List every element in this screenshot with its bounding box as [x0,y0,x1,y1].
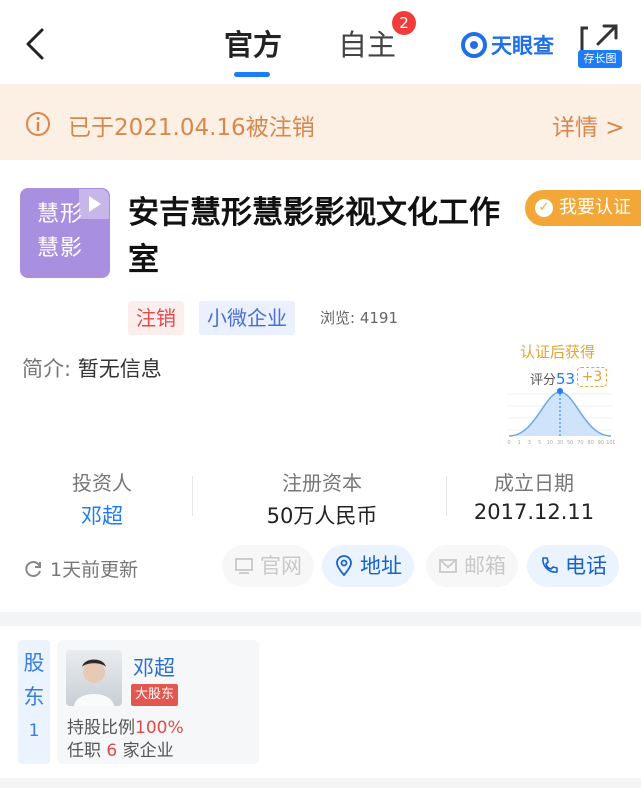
shareholders-label-char-1: 股 [23,651,45,675]
score-title[interactable]: 认证后获得 [520,341,595,362]
stat-founded-value: 2017.12.11 [473,500,595,524]
intro-row: 简介: 暂无信息 [22,353,162,383]
shareholders-label-char-2: 东 [23,685,45,709]
positions-held: 任职 6 家企业 [67,736,174,761]
certify-button[interactable]: ✓ 我要认证 [525,190,641,226]
logo-text-line-2: 慧影 [37,236,84,261]
updated-info: 1天前更新 [22,555,138,582]
info-icon [26,112,50,136]
address-label: 地址 [360,554,402,578]
play-icon[interactable] [79,189,109,219]
person-photo-icon [74,659,114,706]
stat-divider [192,476,193,516]
shareholder-name[interactable]: 邓超 [133,652,175,682]
active-tab-indicator [234,72,270,77]
website-label: 官网 [260,554,302,578]
score-axis-tick: 3 [528,440,531,446]
scale-tag: 小微企业 [199,301,295,335]
score-axis-tick: 1 [518,440,521,446]
tab-self[interactable]: 自主 [338,22,396,64]
refresh-icon[interactable] [22,558,44,580]
location-pin-icon [336,555,352,577]
tianyancha-logo-icon [461,32,487,58]
shareholding-ratio-label: 持股比例 [67,718,135,738]
bottom-divider [0,778,641,788]
email-button[interactable]: 邮箱 [426,545,518,587]
major-shareholder-badge: 大股东 [131,684,179,706]
website-button[interactable]: 官网 [222,545,314,587]
mail-icon [439,559,457,573]
email-label: 邮箱 [464,554,506,578]
shareholding-ratio: 持股比例100% [67,713,184,738]
certify-label: 我要认证 [559,197,631,218]
top-nav: 官方 自主 2 天眼查 存长图 [0,0,641,84]
phone-icon [542,557,558,573]
stat-founded: 成立日期 2017.12.11 [444,467,624,524]
save-long-image-tag[interactable]: 存长图 [578,50,622,68]
tab-official[interactable]: 官方 [224,22,282,64]
website-icon [235,558,253,574]
stat-capital-label: 注册资本 [282,471,362,495]
positions-count: 6 [106,741,118,761]
score-axis-tick: 50 [567,440,573,446]
shareholders-section-label[interactable]: 股 东 1 [18,640,50,764]
stat-founded-label: 成立日期 [494,471,574,495]
status-tag-cancelled: 注销 [128,301,184,335]
score-distribution-curve[interactable]: 0 1 3 5 10 30 50 70 80 90 100 [505,384,615,446]
section-divider [0,612,641,626]
banner-status-text: 已于2021.04.16被注销 [68,115,315,141]
score-axis-tick: 90 [598,440,604,446]
intro-label: 简介: [22,357,72,381]
score-axis-tick: 80 [587,440,593,446]
score-axis-tick: 10 [547,440,553,446]
stat-investor-value[interactable]: 邓超 [12,500,192,530]
stat-capital-value: 50万人民币 [266,504,378,528]
shareholders-count: 1 [28,721,40,741]
phone-label: 电话 [565,554,607,578]
stat-investor-label: 投资人 [72,471,132,495]
score-axis-tick: 0 [507,440,510,446]
company-name: 安吉慧形慧影影视文化工作室 [128,195,500,278]
updated-text: 1天前更新 [50,559,139,581]
score-axis-tick: 5 [538,440,541,446]
banner-detail-link[interactable]: 详情 > [552,108,625,142]
score-axis-tick: 30 [557,440,563,446]
score-axis-tick: 100 [606,440,615,446]
stat-investor: 投资人 邓超 [12,467,192,530]
shareholding-ratio-value: 100% [135,718,184,738]
positions-prefix: 任职 [67,741,101,761]
tab-badge: 2 [392,11,416,35]
score-axis-tick: 70 [577,440,583,446]
check-icon: ✓ [535,199,553,217]
stat-capital: 注册资本 50万人民币 [232,467,412,530]
phone-button[interactable]: 电话 [527,545,619,587]
view-count: 浏览: 4191 [320,309,398,327]
back-arrow-icon[interactable] [20,24,50,64]
avatar [66,650,122,706]
brand-name: 天眼查 [491,34,554,58]
intro-value: 暂无信息 [77,357,162,381]
brand-logo: 天眼查 [461,28,554,62]
address-button[interactable]: 地址 [322,545,414,587]
positions-suffix: 家企业 [122,741,174,761]
